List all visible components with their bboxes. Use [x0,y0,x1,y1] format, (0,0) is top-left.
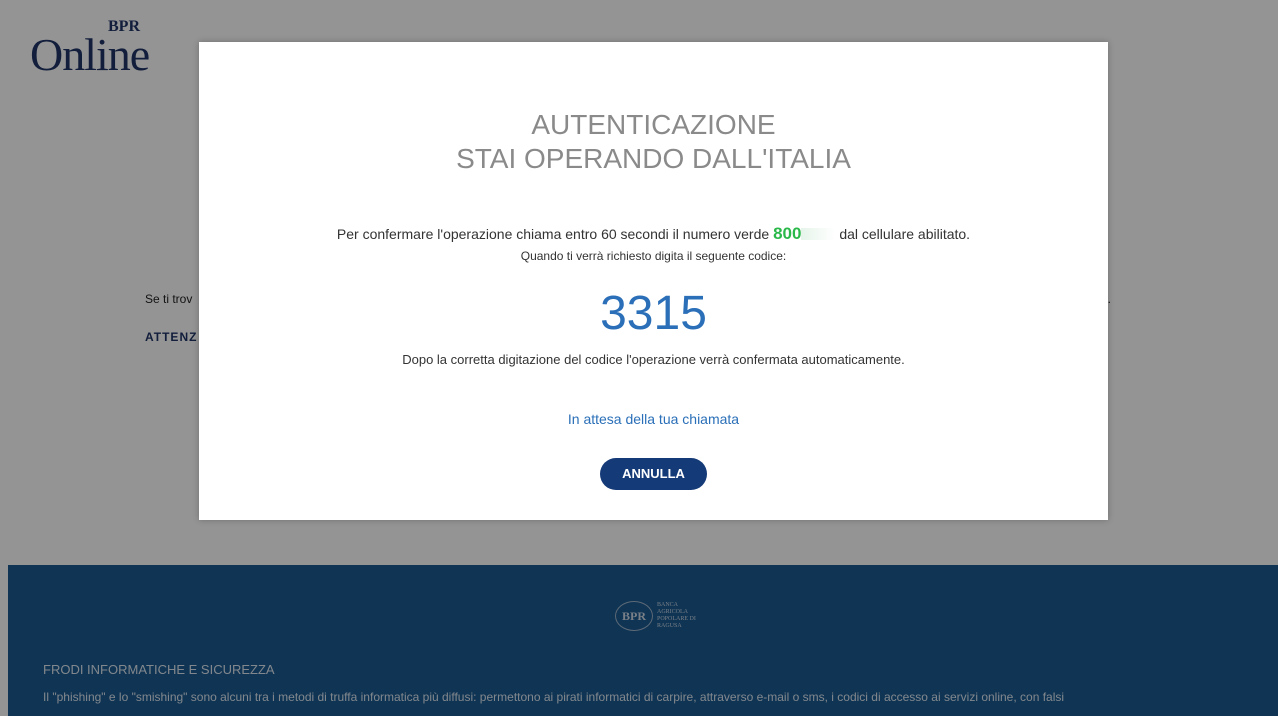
cancel-button[interactable]: ANNULLA [600,458,707,490]
call-instruction-suffix: dal cellulare abilitato. [839,226,971,242]
call-instruction-prefix: Per confermare l'operazione chiama entro… [336,226,770,242]
redacted-number [801,228,836,240]
page: Online BPR Se ti trov ATTENZ . BPR BANCA… [0,0,1278,716]
dialog-title: AUTENTICAZIONE [531,109,776,140]
confirmation-note: Dopo la corretta digitazione del codice … [402,352,905,367]
toll-free-number: 800 [773,224,802,243]
verification-code: 3315 [600,287,707,340]
dialog-subtitle: STAI OPERANDO DALL'ITALIA [456,143,851,174]
authentication-dialog: AUTENTICAZIONE STAI OPERANDO DALL'ITALIA… [199,42,1108,520]
code-prompt: Quando ti verrà richiesto digita il segu… [520,249,787,263]
waiting-status: In attesa della tua chiamata [567,411,740,427]
call-instruction: Per confermare l'operazione chiama entro… [199,224,1108,244]
